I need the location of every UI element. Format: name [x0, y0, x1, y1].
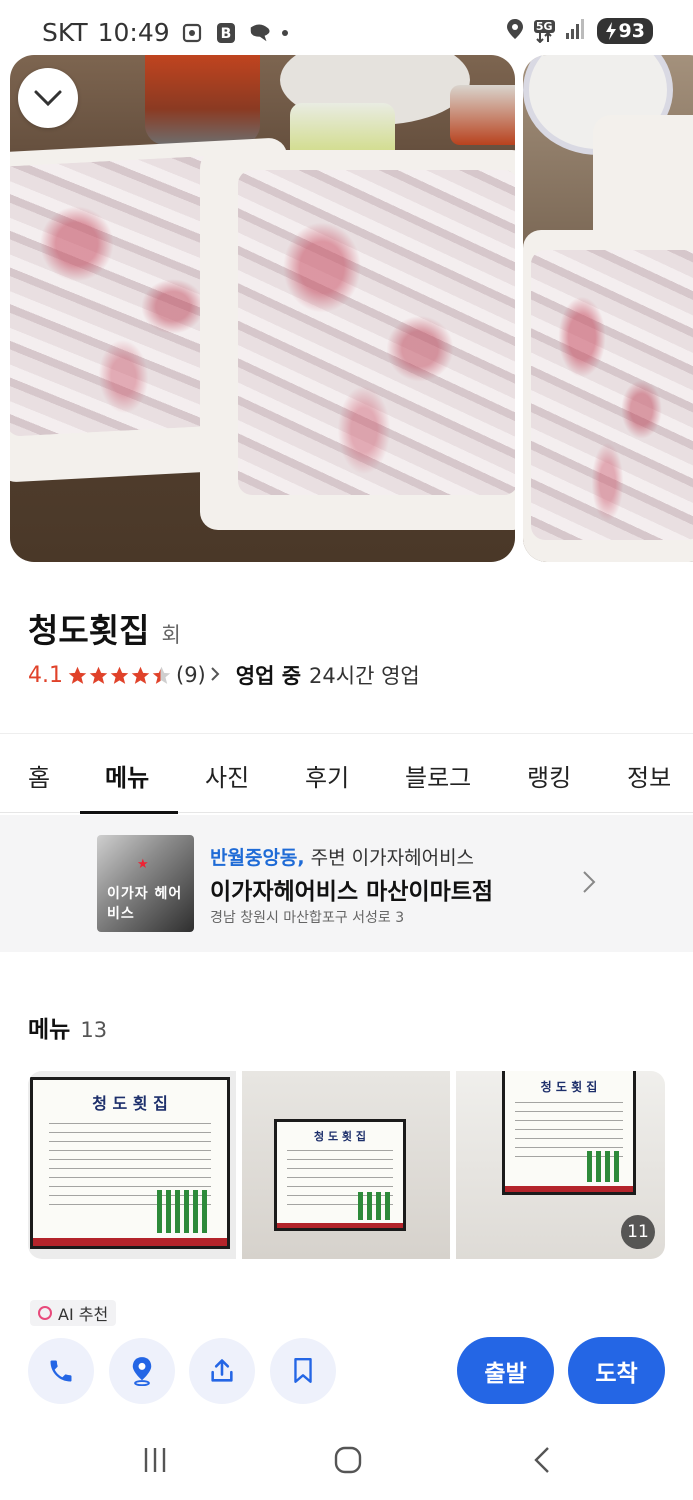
- clock: 10:49: [97, 18, 170, 47]
- menu-photo[interactable]: 청 도 횟 집: [28, 1071, 236, 1259]
- tab-ranking[interactable]: 랭킹: [527, 758, 571, 793]
- menu-board-footer: [33, 1237, 227, 1246]
- star-half-icon: [152, 666, 171, 684]
- svg-text:B: B: [220, 26, 231, 42]
- phone-icon: [50, 1360, 72, 1382]
- menu-photo[interactable]: 청 도 횟 집 11: [456, 1071, 665, 1259]
- menu-count: 13: [80, 1018, 108, 1042]
- menu-board-title: 청 도 횟 집: [314, 1130, 366, 1144]
- star-icon: [110, 666, 129, 684]
- star-icon: [89, 666, 108, 684]
- system-nav-bar: [0, 1420, 693, 1500]
- chevron-right-icon: [581, 869, 597, 899]
- map-button[interactable]: [109, 1338, 175, 1404]
- active-tab-indicator: [80, 811, 178, 814]
- tab-home[interactable]: 홈: [28, 758, 50, 793]
- star-rating: [67, 665, 172, 686]
- nearby-ad-banner[interactable]: ★ 이가자 헤어비스 반월중앙동, 주변 이가자헤어비스 이가자헤어비스 마산이…: [0, 815, 693, 952]
- charging-icon: [605, 22, 616, 40]
- ad-address: 경남 창원시 마산합포구 서성로 3: [210, 910, 405, 926]
- carrier-label: SKT: [42, 18, 88, 47]
- arrive-button[interactable]: 도착: [568, 1337, 665, 1404]
- star-icon: [68, 666, 87, 684]
- chevron-down-icon: [34, 90, 62, 107]
- place-header: 청도횟집 회: [28, 604, 181, 652]
- place-photo-main[interactable]: [10, 55, 515, 562]
- menu-board-title: 청 도 횟 집: [92, 1093, 168, 1113]
- sashimi-right: [238, 170, 515, 495]
- home-button[interactable]: [328, 1440, 368, 1480]
- thumb-logo: 이가자 헤어비스: [107, 886, 183, 922]
- menu-board-title: 청 도 횟 집: [540, 1080, 598, 1095]
- place-category: 회: [161, 623, 181, 647]
- chevron-right-icon: [210, 663, 220, 687]
- call-button[interactable]: [28, 1338, 94, 1404]
- back-icon: [534, 1447, 549, 1473]
- save-button[interactable]: [270, 1338, 336, 1404]
- soju-bottles: [157, 1189, 212, 1233]
- share-button[interactable]: [189, 1338, 255, 1404]
- map-pin-icon: [132, 1357, 152, 1386]
- menu-board-footer: [277, 1222, 403, 1228]
- star-icon: [131, 666, 150, 684]
- back-button[interactable]: [522, 1440, 562, 1480]
- share-icon: [211, 1359, 233, 1382]
- tab-menu[interactable]: 메뉴: [105, 758, 149, 793]
- recent-apps-button[interactable]: [135, 1440, 175, 1480]
- network-5g-icon: 5G: [533, 19, 555, 43]
- menu-board-footer: [505, 1185, 633, 1192]
- menu-photo[interactable]: 청 도 횟 집: [242, 1071, 450, 1259]
- sauce-cup: [145, 55, 260, 145]
- bookmark-icon: [294, 1357, 312, 1383]
- location-icon: [506, 18, 524, 44]
- battery-level: 93: [618, 20, 645, 42]
- signal-icon: [565, 18, 587, 44]
- chat-app-icon: [248, 22, 272, 44]
- more-photos-count[interactable]: 11: [621, 1215, 655, 1249]
- ai-recommend-label: AI 추천: [58, 1305, 109, 1324]
- tab-reviews[interactable]: 후기: [305, 758, 349, 793]
- screenshot-icon: [180, 22, 204, 44]
- b-app-icon: B: [214, 22, 238, 44]
- thumb-mark: ★: [137, 857, 149, 872]
- ad-title: 이가자헤어비스 마산이마트점: [210, 879, 494, 905]
- network-label: 5G: [533, 19, 555, 33]
- collapse-button[interactable]: [18, 68, 78, 128]
- ai-ring-icon: [38, 1306, 52, 1320]
- menu-board: 청 도 횟 집: [30, 1077, 230, 1249]
- rating-value: 4.1: [28, 662, 63, 688]
- side-sashimi: [531, 250, 693, 540]
- soju-bottles: [586, 1150, 623, 1183]
- review-count[interactable]: (9): [176, 663, 206, 687]
- depart-button[interactable]: 출발: [457, 1337, 554, 1404]
- recent-apps-icon: [144, 1448, 166, 1472]
- photo-carousel[interactable]: [0, 55, 693, 562]
- notification-dot-icon: [281, 29, 288, 36]
- tab-blog[interactable]: 블로그: [405, 758, 471, 793]
- menu-board: 청 도 횟 집: [502, 1071, 636, 1195]
- place-name: 청도횟집: [28, 611, 150, 650]
- home-icon: [334, 1446, 362, 1474]
- battery-indicator: 93: [596, 18, 653, 44]
- tab-bar: 홈 메뉴 사진 후기 블로그 랭킹 정보: [0, 733, 693, 814]
- business-hours: 24시간 영업: [309, 664, 420, 688]
- ad-subtitle: 반월중앙동, 주변 이가자헤어비스: [210, 843, 474, 870]
- place-photo-next[interactable]: [523, 55, 693, 562]
- menu-section-title: 메뉴: [28, 1017, 71, 1043]
- menu-photo-strip: 청 도 횟 집 청 도 횟 집 청 도 횟 집 11: [28, 1071, 665, 1259]
- rating-row[interactable]: 4.1 (9) 영업 중 24시간 영업: [28, 660, 420, 690]
- ad-nearby: 주변 이가자헤어비스: [310, 847, 475, 869]
- ad-thumbnail: ★ 이가자 헤어비스: [97, 835, 194, 932]
- open-status: 영업 중: [235, 664, 302, 688]
- soju-bottles: [357, 1191, 393, 1220]
- tab-info[interactable]: 정보: [627, 758, 671, 793]
- menu-board: 청 도 횟 집: [274, 1119, 406, 1231]
- menu-section-header: 메뉴 13: [28, 1010, 107, 1044]
- ai-recommend-badge[interactable]: AI 추천: [30, 1300, 117, 1326]
- kimchi-dish: [450, 85, 515, 145]
- ad-location: 반월중앙동,: [210, 847, 305, 869]
- tab-photos[interactable]: 사진: [205, 758, 249, 793]
